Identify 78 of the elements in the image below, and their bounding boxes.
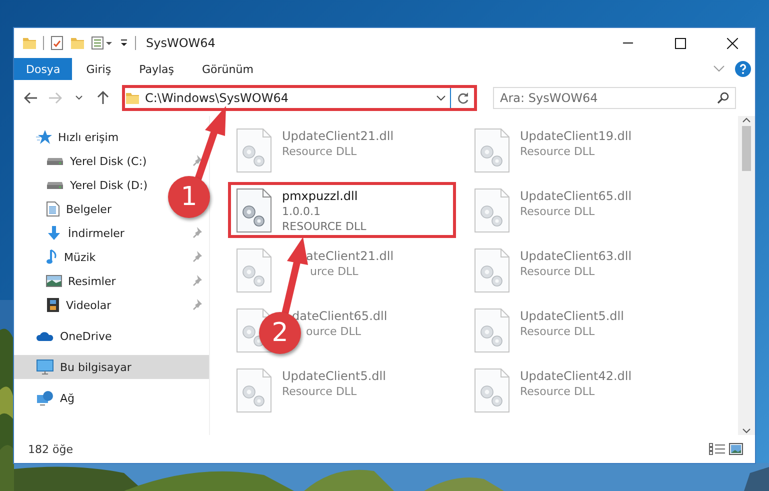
search-field[interactable]: Ara: SysWOW64	[493, 87, 736, 109]
details-view-button[interactable]	[707, 443, 727, 455]
file-details: Resource DLL	[520, 385, 595, 398]
ribbon-tab[interactable]: Giriş	[72, 58, 126, 80]
file-name[interactable]: UpdateClient63.dll	[520, 249, 632, 263]
down-arrow-icon	[46, 225, 62, 241]
sidebar-item[interactable]: Müzik	[46, 249, 96, 265]
ribbon-tab[interactable]: Görünüm	[188, 58, 268, 80]
details-view-icon	[709, 443, 725, 455]
sidebar-item[interactable]: Belgeler	[46, 201, 112, 217]
sidebar-item[interactable]: İndirmeler	[46, 225, 124, 241]
file-details: urce DLL	[310, 265, 358, 278]
scrollbar[interactable]	[738, 116, 755, 435]
file-name[interactable]: UpdateClient42.dll	[520, 369, 632, 383]
sidebar-item[interactable]: Bu bilgisayar	[14, 355, 209, 379]
cloud-icon	[36, 330, 54, 342]
file-details: Resource DLL	[282, 385, 357, 398]
back-arrow-icon	[24, 92, 38, 104]
file-name[interactable]: UpdateClient19.dll	[520, 129, 632, 143]
refresh-icon	[456, 92, 468, 104]
ribbon-tab[interactable]: Paylaş	[125, 58, 188, 80]
address-bar[interactable]: C:\Windows\SysWOW64	[122, 85, 477, 111]
pin-icon[interactable]	[191, 226, 203, 240]
file-name[interactable]: pmxpuzzl.dll	[282, 189, 358, 203]
monitor-icon	[36, 359, 54, 375]
music-note-icon	[46, 249, 58, 265]
file-name[interactable]: UpdateClient65.dll	[520, 189, 632, 203]
pin-icon[interactable]	[191, 250, 203, 264]
pin-icon[interactable]	[191, 154, 203, 168]
chevron-down-icon[interactable]	[436, 95, 446, 101]
chevron-down-icon	[742, 427, 751, 435]
sidebar-item[interactable]: Resimler	[46, 274, 116, 288]
file-details: ource DLL	[306, 325, 362, 338]
drive-icon	[46, 158, 64, 164]
item-count: 182 öğe	[28, 442, 74, 456]
file-details: 1.0.0.1	[282, 205, 320, 218]
help-icon[interactable]	[735, 61, 751, 77]
sidebar-item[interactable]: OneDrive	[14, 324, 209, 348]
sidebar-item[interactable]: Ağ	[14, 386, 209, 410]
drive-icon	[46, 182, 64, 188]
checklist-icon[interactable]	[50, 35, 64, 51]
file-details: Resource DLL	[520, 205, 595, 218]
pin-icon[interactable]	[191, 298, 203, 312]
close-icon	[726, 38, 738, 48]
tiles-view-button[interactable]	[727, 443, 745, 455]
star-icon	[36, 129, 52, 145]
up-arrow-icon	[97, 91, 109, 105]
file-name[interactable]: dateClient65.dll	[292, 309, 388, 323]
file-details: Resource DLL	[520, 265, 595, 278]
window-title: SysWOW64	[146, 36, 216, 50]
file-details: RESOURCE DLL	[282, 220, 366, 233]
film-strip-icon	[46, 297, 60, 313]
sidebar-item[interactable]: Hızlı erişim	[14, 125, 209, 149]
maximize-icon	[674, 38, 686, 48]
scrollbar-thumb[interactable]	[742, 126, 751, 171]
image-icon	[46, 274, 62, 288]
file-details: Resource DLL	[520, 145, 595, 158]
chevron-down-icon	[75, 95, 83, 101]
file-name[interactable]: UpdateClient5.dll	[282, 369, 386, 383]
sidebar-item[interactable]: Videolar	[46, 297, 112, 313]
properties-icon[interactable]	[91, 35, 113, 51]
ribbon-tab[interactable]: Dosya	[14, 58, 72, 80]
address-path: C:\Windows\SysWOW64	[144, 91, 290, 105]
sidebar-item[interactable]: Yerel Disk (D:)	[46, 178, 148, 192]
forward-arrow-icon	[48, 92, 62, 104]
search-icon[interactable]	[717, 92, 729, 104]
file-details: Resource DLL	[282, 145, 357, 158]
file-name[interactable]: UpdateClient21.dll	[282, 129, 394, 143]
folder-icon	[125, 90, 141, 106]
pin-icon[interactable]	[191, 274, 203, 288]
file-details: Resource DLL	[520, 325, 595, 338]
document-icon	[46, 201, 60, 217]
sidebar-item[interactable]: Yerel Disk (C:)	[46, 154, 147, 168]
network-icon	[36, 390, 54, 406]
image-icon	[729, 443, 743, 455]
chevron-up-icon	[742, 116, 751, 124]
file-name[interactable]: UpdateClient5.dll	[520, 309, 624, 323]
file-name[interactable]: ateClient21.dll	[306, 249, 394, 263]
